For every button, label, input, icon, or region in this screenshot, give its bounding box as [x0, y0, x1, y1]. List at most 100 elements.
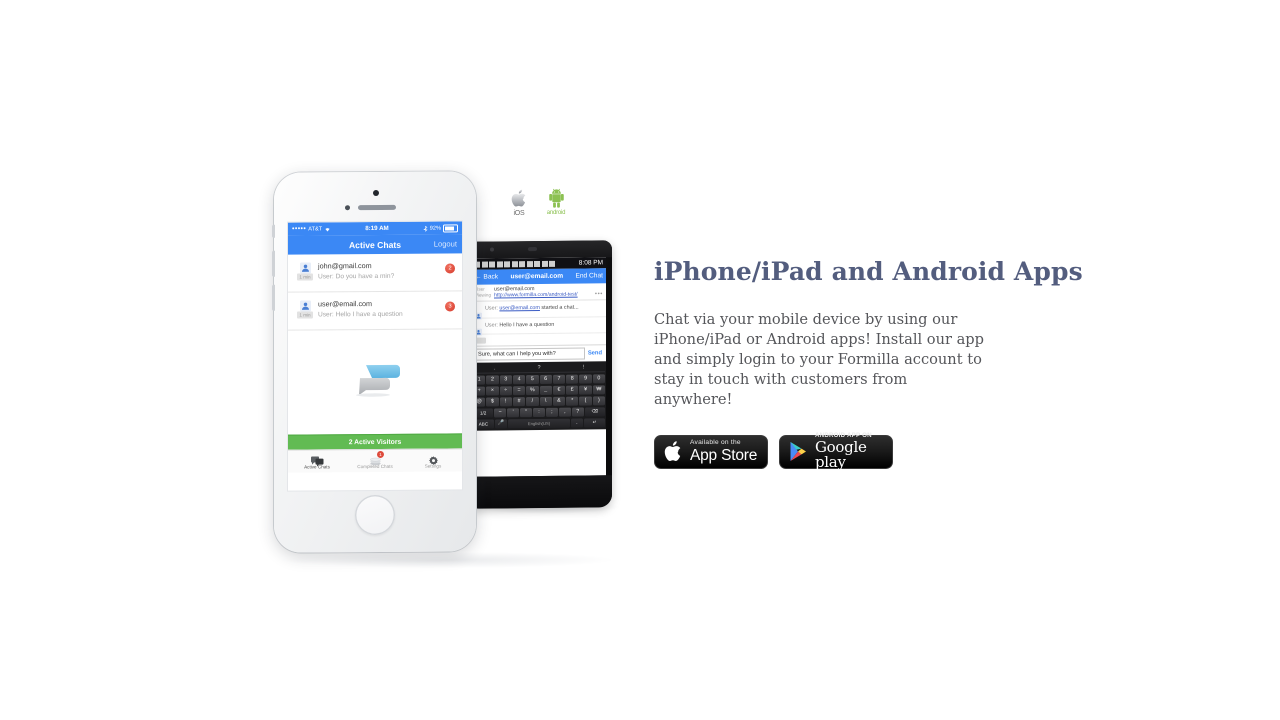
- key[interactable]: 8: [566, 374, 579, 384]
- key[interactable]: &: [552, 396, 566, 406]
- iphone-tab-bar: Active Chats 1 Completed Chats Settings: [288, 448, 462, 473]
- tab-settings[interactable]: Settings: [404, 449, 462, 471]
- android-message-input-row: Sure, what can I help you with? Send: [472, 344, 606, 363]
- key[interactable]: €: [552, 385, 566, 395]
- apple-icon: [664, 440, 683, 463]
- android-back-button[interactable]: ← Back: [475, 273, 498, 280]
- key[interactable]: !: [499, 396, 512, 407]
- key[interactable]: /: [526, 396, 539, 407]
- key[interactable]: ÷: [499, 385, 512, 396]
- android-message-row: User: Hello I have a question: [472, 316, 606, 336]
- page-root: iOS android 8:08 PM ← Back user@email.co…: [0, 0, 1280, 720]
- key[interactable]: −: [494, 407, 507, 418]
- android-message-input[interactable]: Sure, what can I help you with?: [475, 347, 585, 361]
- app-store-badge[interactable]: Available on the App Store: [654, 434, 768, 469]
- android-logo-icon: [542, 188, 570, 209]
- android-message-sender: User:: [485, 305, 498, 312]
- key[interactable]: $: [486, 396, 499, 407]
- key-enter-icon[interactable]: ↵: [584, 417, 605, 428]
- key[interactable]: ¥: [579, 384, 592, 395]
- chat-snippet: User: Hello I have a question: [318, 310, 403, 319]
- chat-avatar-column: 1 min: [295, 298, 315, 319]
- iphone-logout-button[interactable]: Logout: [434, 239, 457, 248]
- suggestion-key[interactable]: .: [494, 365, 496, 371]
- key[interactable]: 3: [499, 374, 512, 385]
- iphone-clock: 8:19 AM: [365, 224, 389, 233]
- chat-time-badge: 1 min: [297, 273, 313, 281]
- chat-info: user@email.com User: Hello I have a ques…: [315, 297, 456, 318]
- chat-list-item[interactable]: 1 min user@email.com User: Hello I have …: [288, 291, 462, 331]
- key[interactable]: :: [533, 407, 545, 418]
- suggestion-key[interactable]: ?: [537, 364, 540, 370]
- user-avatar-icon: [475, 306, 482, 320]
- user-avatar-icon: [299, 298, 311, 312]
- google-play-triangle-icon: [788, 440, 809, 463]
- vibrate-icon: [526, 260, 533, 267]
- suggestion-key[interactable]: !: [582, 364, 584, 370]
- key[interactable]: (: [579, 395, 592, 406]
- key-backspace-icon[interactable]: ⌫: [584, 406, 605, 417]
- chat-list-item[interactable]: 1 min john@gmail.com User: Do you have a…: [288, 253, 462, 293]
- key[interactable]: 5: [526, 374, 539, 385]
- chat-avatar-column: 1 min: [295, 260, 315, 281]
- key-symbol-page-toggle[interactable]: 1/2: [473, 407, 494, 418]
- keyboard-row-numbers: 1 2 3 4 5 6 7 8 9 0: [473, 373, 605, 385]
- iphone-empty-state: [288, 329, 462, 435]
- iphone-home-button[interactable]: [355, 494, 395, 536]
- apple-logo-caption: iOS: [513, 210, 525, 217]
- key-period[interactable]: .: [570, 418, 584, 428]
- key[interactable]: ): [592, 395, 605, 406]
- key[interactable]: ": [520, 407, 533, 418]
- key[interactable]: 9: [579, 373, 592, 384]
- key[interactable]: £: [566, 385, 579, 395]
- key[interactable]: =: [512, 385, 526, 396]
- sync-icon: [489, 260, 495, 268]
- keyboard-row-bottom: ABC 🎤 English(US) . ↵: [473, 417, 605, 429]
- key-abc-toggle[interactable]: ABC: [473, 418, 494, 429]
- key[interactable]: \: [539, 396, 552, 406]
- android-meta-viewing-url[interactable]: http://www.formilla.com/android-test/: [494, 292, 578, 299]
- chat-email: user@email.com: [318, 299, 373, 309]
- key[interactable]: ₩: [592, 384, 605, 395]
- key[interactable]: ;: [545, 407, 558, 417]
- key-spacebar[interactable]: English(US): [508, 418, 570, 429]
- key[interactable]: %: [526, 385, 539, 396]
- google-play-badge[interactable]: ANDROID APP ON Google play: [779, 432, 893, 470]
- android-screen: 8:08 PM ← Back user@email.com End Chat U…: [472, 257, 606, 477]
- android-message-link[interactable]: user@email.com: [499, 305, 540, 311]
- android-end-chat-button[interactable]: End Chat: [575, 272, 603, 279]
- wifi-icon: [534, 260, 540, 267]
- key[interactable]: ×: [486, 385, 499, 396]
- unread-badge: 2: [445, 263, 455, 274]
- key[interactable]: 6: [539, 374, 552, 384]
- active-visitors-bar[interactable]: 2 Active Visitors: [288, 433, 462, 450]
- key[interactable]: ': [507, 407, 520, 418]
- google-play-label-group: ANDROID APP ON Google play: [815, 432, 885, 470]
- android-overflow-menu-icon[interactable]: •••: [595, 291, 603, 297]
- key[interactable]: #: [512, 396, 526, 407]
- iphone-battery-area: 92%: [423, 223, 458, 233]
- android-send-button[interactable]: Send: [588, 350, 603, 356]
- android-clock: 8:08 PM: [578, 259, 603, 267]
- tab-active-chats[interactable]: Active Chats: [288, 450, 346, 472]
- signal-dots-icon: •••••: [292, 225, 307, 233]
- key-microphone-icon[interactable]: 🎤: [494, 418, 508, 429]
- android-logo-caption: android: [546, 210, 566, 216]
- key[interactable]: ?: [571, 407, 584, 417]
- key[interactable]: *: [566, 396, 579, 406]
- iphone-screen: ••••• AT&T 8:19 AM 92% Active Chats Logo…: [288, 221, 462, 491]
- key[interactable]: 4: [512, 374, 526, 385]
- iphone-mute-switch: [272, 224, 275, 238]
- key[interactable]: 7: [552, 374, 566, 384]
- app-store-big-label: App Store: [690, 446, 758, 464]
- tab-label: Completed Chats: [357, 463, 393, 470]
- android-status-icons: [474, 260, 555, 268]
- android-keyboard-suggestions: . ? !: [473, 362, 605, 374]
- key[interactable]: ,: [558, 407, 571, 417]
- key[interactable]: 2: [486, 374, 499, 385]
- gear-icon: [428, 453, 439, 466]
- iphone-proximity-sensor: [345, 205, 350, 211]
- key[interactable]: _: [539, 385, 552, 395]
- key[interactable]: 0: [592, 373, 605, 384]
- tab-completed-chats[interactable]: 1 Completed Chats: [346, 450, 404, 472]
